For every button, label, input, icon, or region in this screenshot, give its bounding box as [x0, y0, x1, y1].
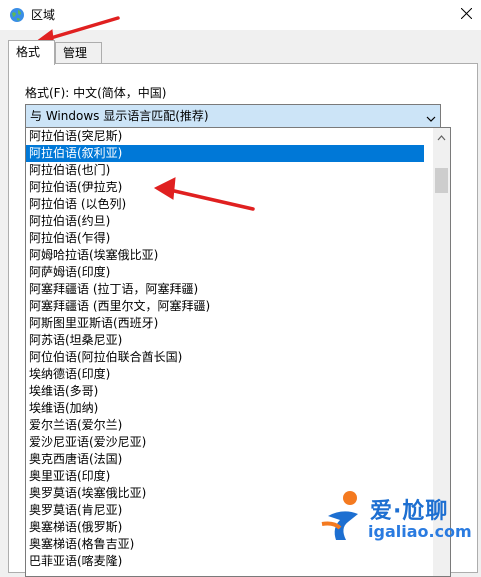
format-combobox-value: 与 Windows 显示语言匹配(推荐)	[30, 109, 209, 123]
list-item[interactable]: 爱沙尼亚语(爱沙尼亚)	[26, 434, 424, 451]
list-item[interactable]: 阿拉伯语(伊拉克)	[26, 179, 424, 196]
watermark-domain: igaliao.com	[368, 522, 472, 541]
list-item[interactable]: 阿拉伯语(也门)	[26, 162, 424, 179]
list-item[interactable]: 爱尔兰语(爱尔兰)	[26, 417, 424, 434]
list-item[interactable]: 埃纳德语(印度)	[26, 366, 424, 383]
list-item[interactable]: 阿拉伯语(突尼斯)	[26, 128, 424, 145]
list-item[interactable]: 埃维语(多哥)	[26, 383, 424, 400]
list-item[interactable]: 阿位伯语(阿拉伯联合酋长国)	[26, 349, 424, 366]
format-label: 格式(F): 中文(简体，中国)	[25, 86, 167, 100]
chevron-up-icon	[437, 130, 446, 144]
list-item[interactable]: 埃维语(加纳)	[26, 400, 424, 417]
tab-format[interactable]: 格式	[8, 40, 55, 65]
format-combobox[interactable]: 与 Windows 显示语言匹配(推荐)	[25, 104, 441, 128]
scroll-thumb[interactable]	[435, 168, 448, 193]
close-icon	[460, 7, 472, 22]
list-item[interactable]: 阿斯图里亚斯语(西班牙)	[26, 315, 424, 332]
watermark-brand: 爱·尬聊	[370, 499, 449, 524]
list-item[interactable]: 阿拉伯语(叙利亚)	[26, 145, 424, 162]
list-item[interactable]: 阿拉伯语(乍得)	[26, 230, 424, 247]
list-item[interactable]: 奥克西唐语(法国)	[26, 451, 424, 468]
globe-region-icon	[9, 7, 25, 23]
watermark: 爱·尬聊 igaliao.com	[318, 488, 478, 558]
list-item[interactable]: 奥里亚语(印度)	[26, 468, 424, 485]
scroll-up-button[interactable]	[433, 128, 450, 145]
list-item[interactable]: 阿塞拜疆语 (西里尔文，阿塞拜疆)	[26, 298, 424, 315]
list-item[interactable]: 阿拉伯语(约旦)	[26, 213, 424, 230]
list-item[interactable]: 阿姆哈拉语(埃塞俄比亚)	[26, 247, 424, 264]
list-item[interactable]: 阿苏语(坦桑尼亚)	[26, 332, 424, 349]
close-button[interactable]	[451, 0, 481, 30]
list-item[interactable]: 阿萨姆语(印度)	[26, 264, 424, 281]
runner-logo-icon	[321, 491, 358, 540]
chevron-down-icon	[426, 112, 436, 122]
list-item[interactable]: 阿拉伯语 (以色列)	[26, 196, 424, 213]
list-item[interactable]: 阿塞拜疆语 (拉丁语，阿塞拜疆)	[26, 281, 424, 298]
window-title: 区域	[31, 8, 56, 22]
title-bar: 区域	[0, 0, 481, 30]
tab-manage[interactable]: 管理	[55, 42, 102, 63]
